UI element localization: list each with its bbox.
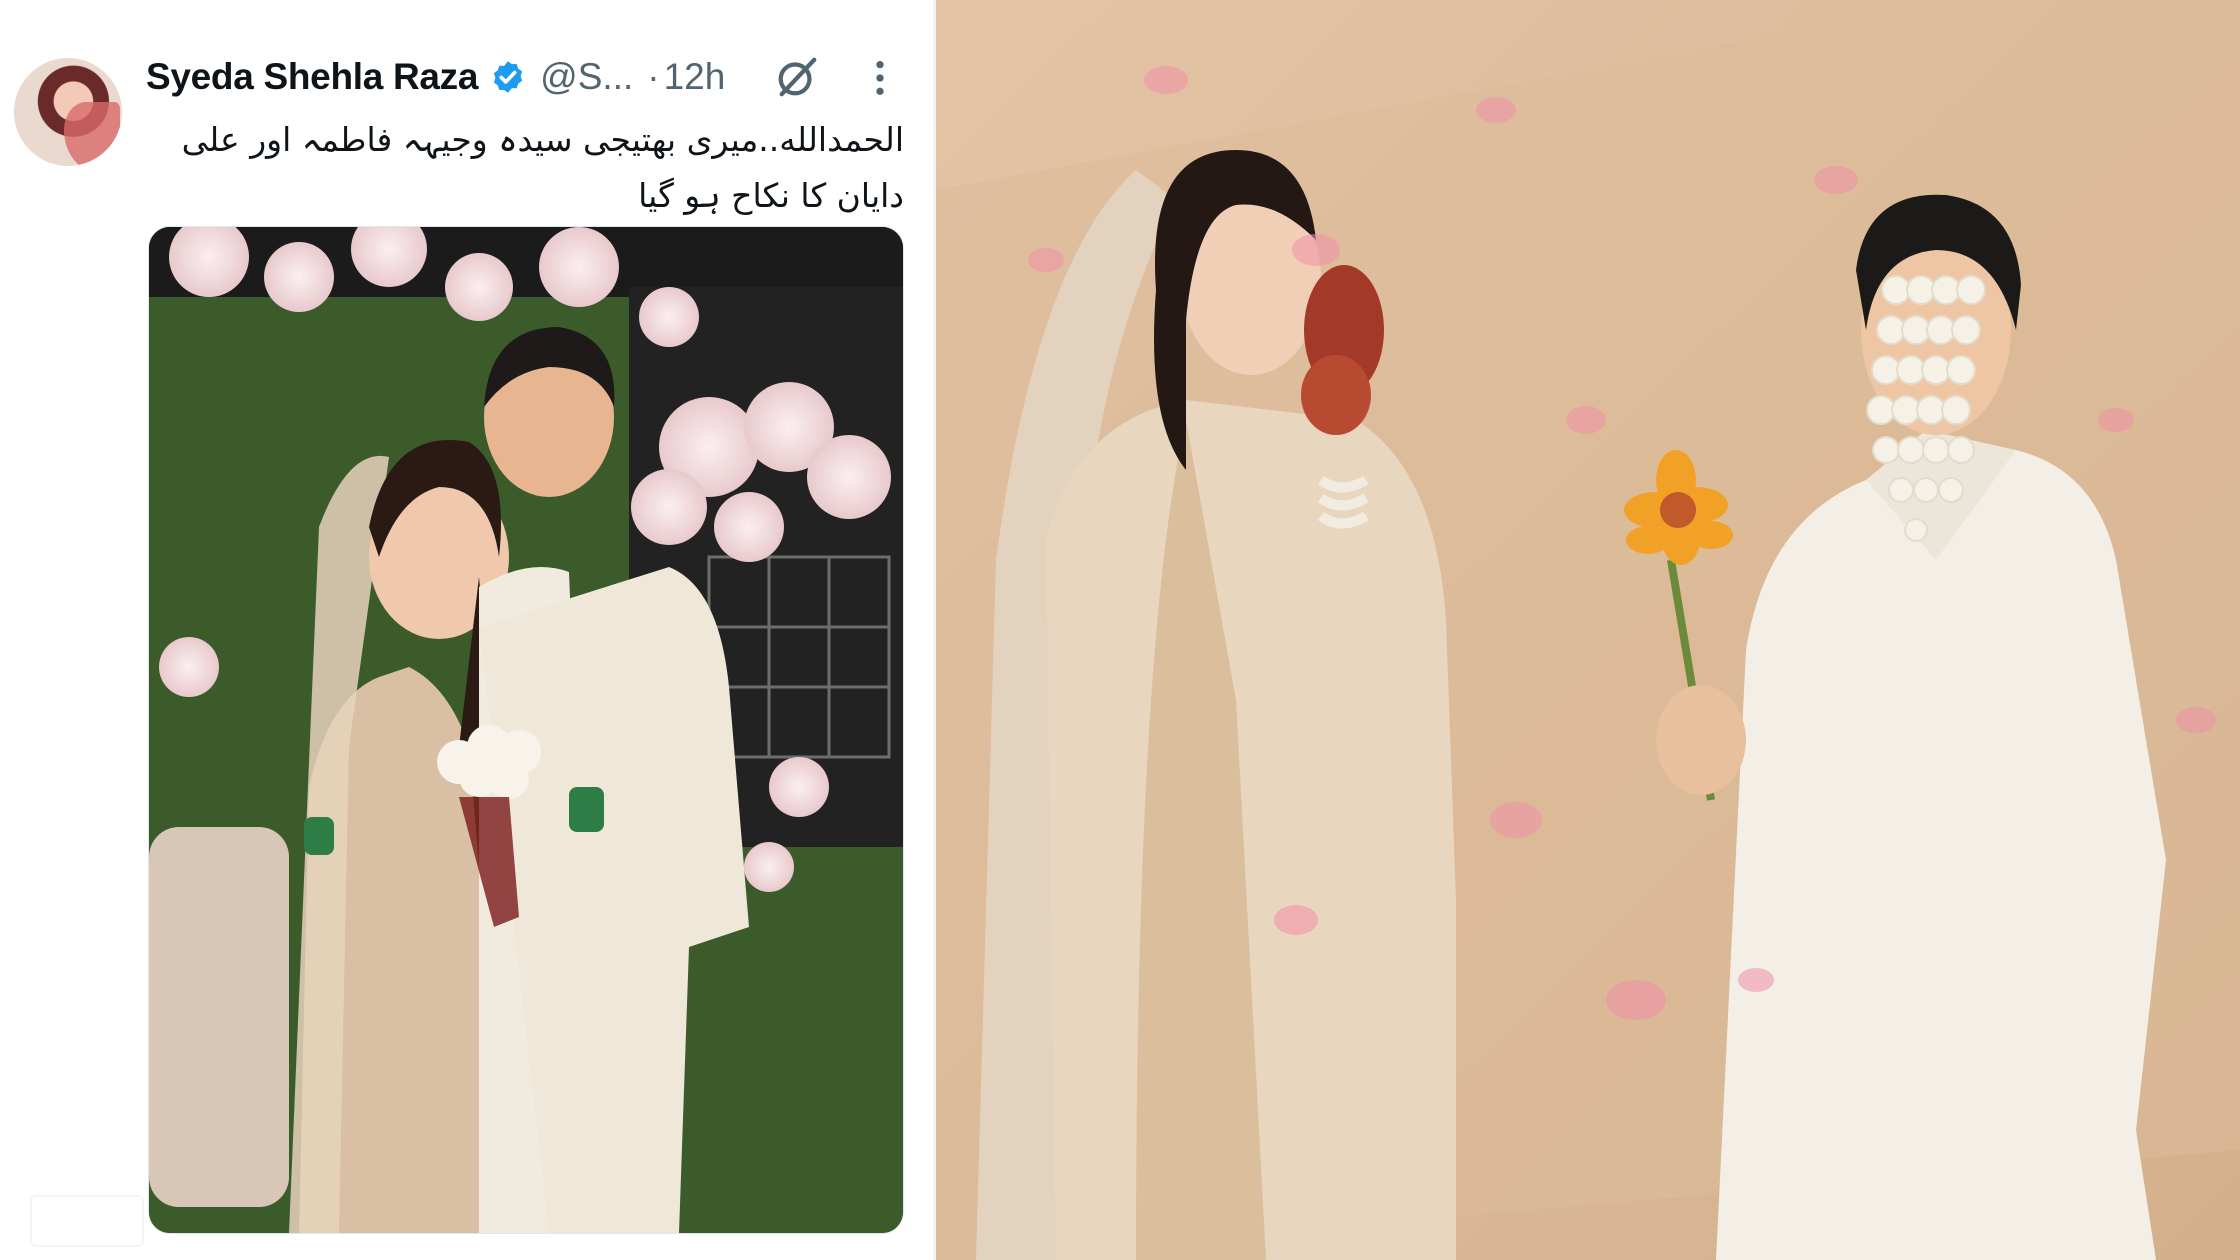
- avatar-photo: [64, 102, 120, 166]
- tweet-card: Syeda Shehla Raza @S... · 12h الحمدالله.…: [0, 0, 933, 1260]
- tweet-header: Syeda Shehla Raza @S... · 12h: [146, 52, 916, 102]
- grok-icon[interactable]: [774, 54, 820, 100]
- tweet-text: الحمدالله..میری بھتیجی سیدہ وجیہہ فاطمہ …: [150, 112, 904, 224]
- more-options-icon[interactable]: [870, 58, 890, 98]
- author-name[interactable]: Syeda Shehla Raza: [146, 56, 478, 98]
- tweet-photo[interactable]: [148, 226, 904, 1234]
- tweet-timestamp[interactable]: 12h: [664, 56, 726, 98]
- watermark-logo: [30, 1195, 144, 1247]
- author-handle[interactable]: @S...: [540, 56, 633, 98]
- tweet-text-line-2: دایان کا نکاح ہو گیا: [638, 176, 904, 215]
- tweet-text-line-1: الحمدالله..میری بھتیجی سیدہ وجیہہ فاطمہ …: [181, 120, 904, 159]
- wedding-couple-photo: [149, 227, 903, 1233]
- avatar[interactable]: [14, 58, 122, 166]
- couple-portrait-photo: [936, 0, 2240, 1260]
- header-separator: ·: [647, 56, 660, 97]
- verified-badge-icon: [494, 61, 523, 93]
- pre-wedding-photo[interactable]: [936, 0, 2240, 1260]
